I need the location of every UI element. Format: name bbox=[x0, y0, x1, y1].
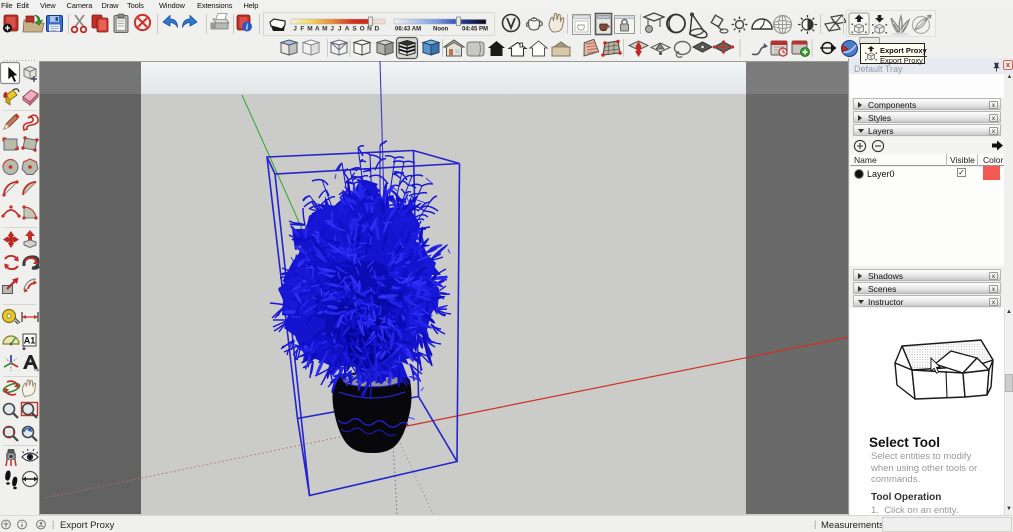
svg-text:04:45 PM: 04:45 PM bbox=[462, 27, 488, 33]
svg-text:J: J bbox=[293, 26, 297, 33]
svg-text:D: D bbox=[375, 26, 380, 33]
svg-text:A1: A1 bbox=[24, 336, 36, 346]
svg-text:F: F bbox=[300, 26, 304, 33]
svg-text:O: O bbox=[360, 26, 365, 33]
svg-text:N: N bbox=[367, 26, 372, 33]
svg-text:J: J bbox=[330, 26, 334, 33]
svg-text:A: A bbox=[315, 26, 320, 33]
svg-text:A: A bbox=[345, 26, 350, 33]
svg-text:J: J bbox=[338, 26, 342, 33]
svg-text:S: S bbox=[352, 26, 357, 33]
svg-text:M: M bbox=[322, 26, 327, 33]
svg-text:06:43 AM: 06:43 AM bbox=[395, 27, 421, 33]
svg-text:Noon: Noon bbox=[433, 27, 449, 33]
svg-text:M: M bbox=[307, 26, 312, 33]
svg-text:i: i bbox=[246, 23, 249, 32]
